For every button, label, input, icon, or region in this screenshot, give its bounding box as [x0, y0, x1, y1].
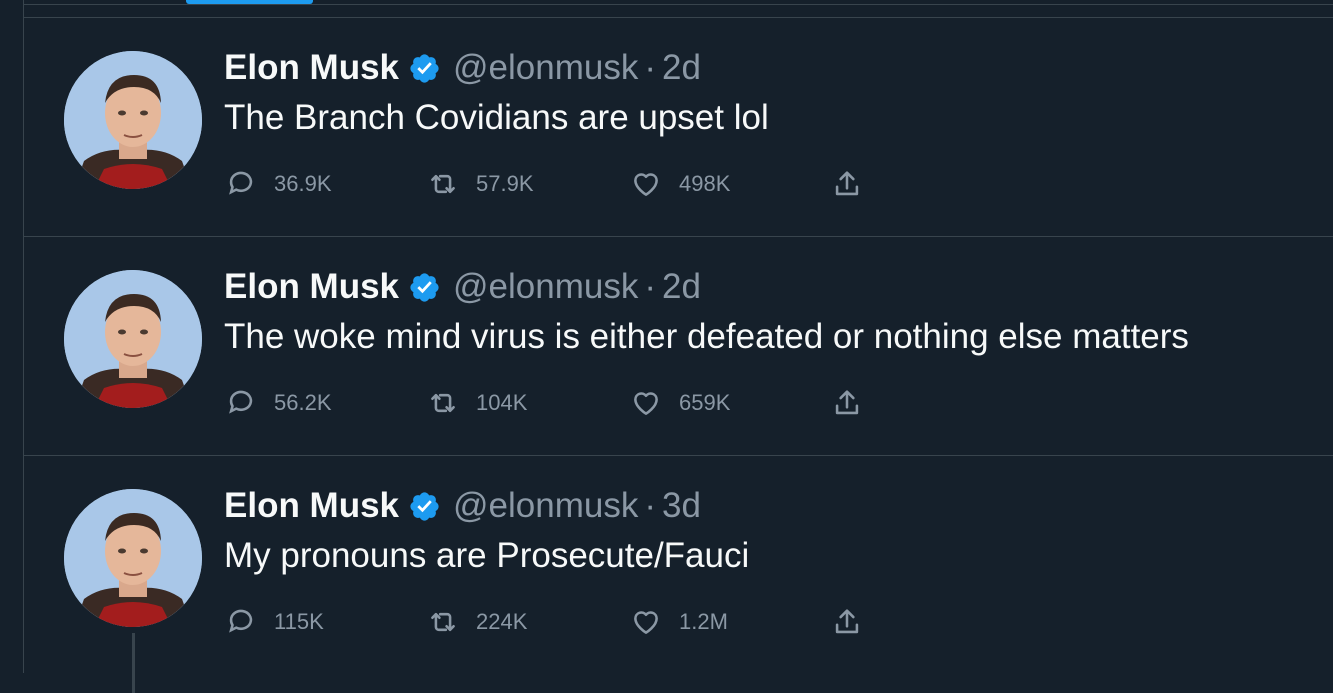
verified-badge-icon — [408, 490, 441, 523]
share-button[interactable] — [830, 385, 864, 421]
timestamp[interactable]: 2d — [662, 267, 701, 307]
thread-connector-line — [132, 633, 135, 693]
verified-badge-icon — [408, 271, 441, 304]
tweet-header: Elon Musk @elonmusk · 2d — [224, 265, 701, 309]
avatar[interactable] — [64, 51, 202, 189]
like-button[interactable]: 659K — [629, 385, 730, 421]
like-button[interactable]: 498K — [629, 166, 730, 202]
tweet[interactable]: Elon Musk @elonmusk · 2d The Branch Covi… — [24, 17, 1333, 237]
retweet-count: 57.9K — [476, 171, 534, 196]
retweet-icon — [431, 393, 455, 413]
tweet-header: Elon Musk @elonmusk · 3d — [224, 484, 701, 528]
share-icon — [835, 171, 859, 196]
timestamp[interactable]: 2d — [662, 48, 701, 88]
heart-icon — [634, 173, 658, 196]
tweet-text: The Branch Covidians are upset lol — [224, 98, 769, 137]
reply-button[interactable]: 56.2K — [224, 385, 332, 421]
author-name[interactable]: Elon Musk — [224, 486, 399, 526]
separator-dot: · — [644, 486, 657, 525]
retweet-button[interactable]: 104K — [426, 385, 527, 421]
tweet[interactable]: Elon Musk @elonmusk · 2d The woke mind v… — [24, 236, 1333, 456]
active-tab-indicator — [186, 0, 313, 4]
author-handle[interactable]: @elonmusk — [453, 48, 638, 88]
share-button[interactable] — [830, 166, 864, 202]
reply-icon — [229, 171, 253, 195]
author-name[interactable]: Elon Musk — [224, 48, 399, 88]
separator-dot: · — [644, 267, 657, 306]
avatar[interactable] — [64, 489, 202, 627]
avatar[interactable] — [64, 270, 202, 408]
retweet-count: 224K — [476, 609, 528, 634]
retweet-button[interactable]: 224K — [426, 604, 527, 640]
share-icon — [835, 390, 859, 415]
verified-badge-icon — [408, 52, 441, 85]
tab-bar-divider — [24, 4, 1333, 5]
retweet-icon — [431, 612, 455, 632]
heart-icon — [634, 392, 658, 415]
like-button[interactable]: 1.2M — [629, 604, 728, 640]
reply-icon — [229, 609, 253, 633]
like-count: 659K — [679, 390, 731, 415]
retweet-icon — [431, 174, 455, 194]
action-bar: 56.2K 104K 659K — [224, 385, 924, 421]
reply-button[interactable]: 36.9K — [224, 166, 332, 202]
retweet-button[interactable]: 57.9K — [426, 166, 534, 202]
reply-count: 56.2K — [274, 390, 332, 415]
reply-count: 115K — [274, 609, 324, 634]
heart-icon — [634, 611, 658, 634]
separator-dot: · — [644, 48, 657, 87]
action-bar: 36.9K 57.9K 498K — [224, 166, 924, 202]
share-button[interactable] — [830, 604, 864, 640]
reply-count: 36.9K — [274, 171, 332, 196]
timestamp[interactable]: 3d — [662, 486, 701, 526]
author-name[interactable]: Elon Musk — [224, 267, 399, 307]
action-bar: 115K 224K 1.2M — [224, 604, 924, 640]
author-handle[interactable]: @elonmusk — [453, 267, 638, 307]
reply-button[interactable]: 115K — [224, 604, 324, 640]
reply-icon — [229, 390, 253, 414]
author-handle[interactable]: @elonmusk — [453, 486, 638, 526]
retweet-count: 104K — [476, 390, 528, 415]
tweet-text: The woke mind virus is either defeated o… — [224, 317, 1189, 356]
like-count: 498K — [679, 171, 731, 196]
tweet-text: My pronouns are Prosecute/Fauci — [224, 536, 750, 575]
like-count: 1.2M — [679, 609, 728, 634]
tweet-header: Elon Musk @elonmusk · 2d — [224, 46, 701, 90]
share-icon — [835, 609, 859, 634]
tweet[interactable]: Elon Musk @elonmusk · 3d My pronouns are… — [24, 455, 1333, 693]
